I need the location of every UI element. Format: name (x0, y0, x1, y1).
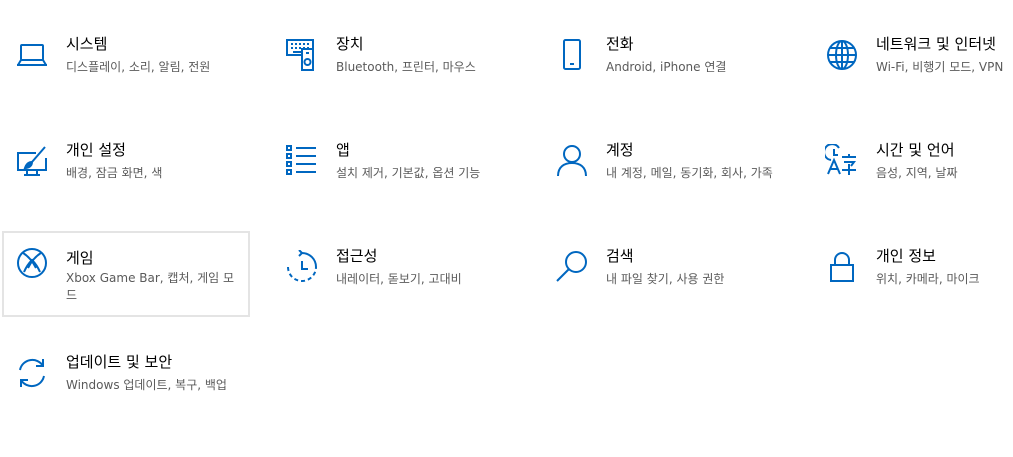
accessibility-icon (285, 250, 319, 284)
tile-title: 개인 설정 (66, 141, 126, 159)
sync-icon (15, 356, 49, 390)
tile-search[interactable]: 검색 내 파일 찾기, 사용 권한 (542, 245, 790, 329)
tile-title: 전화 (606, 35, 634, 53)
tile-description: Xbox Game Bar, 캡처, 게임 모드 (66, 271, 235, 302)
tile-apps[interactable]: 앱 설치 제거, 기본값, 옵션 기능 (272, 139, 520, 223)
tile-time-language[interactable]: 시간 및 언어 음성, 지역, 날짜 (812, 139, 1013, 223)
tile-description: 위치, 카메라, 마이크 (876, 272, 980, 286)
tile-gaming[interactable]: 게임 Xbox Game Bar, 캡처, 게임 모드 (2, 231, 250, 317)
tile-description: 음성, 지역, 날짜 (876, 166, 958, 180)
apps-list-icon (285, 144, 319, 178)
tile-devices[interactable]: 장치 Bluetooth, 프린터, 마우스 (272, 33, 520, 117)
tile-title: 시간 및 언어 (876, 141, 955, 159)
tile-title: 업데이트 및 보안 (66, 353, 173, 371)
lock-icon (825, 250, 859, 284)
tile-description: 내 파일 찾기, 사용 권한 (606, 272, 725, 286)
tile-personalization[interactable]: 개인 설정 배경, 잠금 화면, 색 (2, 139, 250, 223)
tile-update-security[interactable]: 업데이트 및 보안 Windows 업데이트, 복구, 백업 (2, 351, 250, 435)
person-icon (555, 144, 589, 178)
settings-grid: 시스템 디스플레이, 소리, 알림, 전원 장치 Bluetooth, 프린터,… (0, 0, 1013, 457)
time-language-icon (825, 144, 859, 178)
tile-privacy[interactable]: 개인 정보 위치, 카메라, 마이크 (812, 245, 1013, 329)
tile-title: 장치 (336, 35, 364, 53)
tile-description: Android, iPhone 연결 (606, 60, 727, 74)
tile-description: 배경, 잠금 화면, 색 (66, 166, 163, 180)
tile-description: 내 계정, 메일, 동기화, 회사, 가족 (606, 166, 773, 180)
xbox-icon (15, 246, 49, 280)
phone-icon (555, 38, 589, 72)
tile-title: 앱 (336, 141, 350, 159)
tile-title: 시스템 (66, 35, 108, 53)
tile-description: 내레이터, 돋보기, 고대비 (336, 272, 462, 286)
tile-title: 개인 정보 (876, 247, 936, 265)
search-icon (555, 250, 589, 284)
personalization-icon (15, 144, 49, 178)
tile-title: 네트워크 및 인터넷 (876, 35, 996, 53)
tile-network[interactable]: 네트워크 및 인터넷 Wi-Fi, 비행기 모드, VPN (812, 33, 1013, 117)
globe-icon (825, 38, 859, 72)
tile-description: 설치 제거, 기본값, 옵션 기능 (336, 166, 481, 180)
tile-system[interactable]: 시스템 디스플레이, 소리, 알림, 전원 (2, 33, 250, 117)
tile-accessibility[interactable]: 접근성 내레이터, 돋보기, 고대비 (272, 245, 520, 329)
laptop-icon (15, 38, 49, 72)
tile-title: 게임 (66, 249, 94, 267)
tile-description: Bluetooth, 프린터, 마우스 (336, 60, 476, 74)
tile-title: 접근성 (336, 247, 378, 265)
tile-description: Windows 업데이트, 복구, 백업 (66, 378, 227, 392)
tile-description: 디스플레이, 소리, 알림, 전원 (66, 60, 211, 74)
tile-title: 계정 (606, 141, 634, 159)
devices-icon (285, 38, 319, 72)
tile-accounts[interactable]: 계정 내 계정, 메일, 동기화, 회사, 가족 (542, 139, 790, 223)
tile-phone[interactable]: 전화 Android, iPhone 연결 (542, 33, 790, 117)
tile-title: 검색 (606, 247, 634, 265)
tile-description: Wi-Fi, 비행기 모드, VPN (876, 60, 1004, 74)
